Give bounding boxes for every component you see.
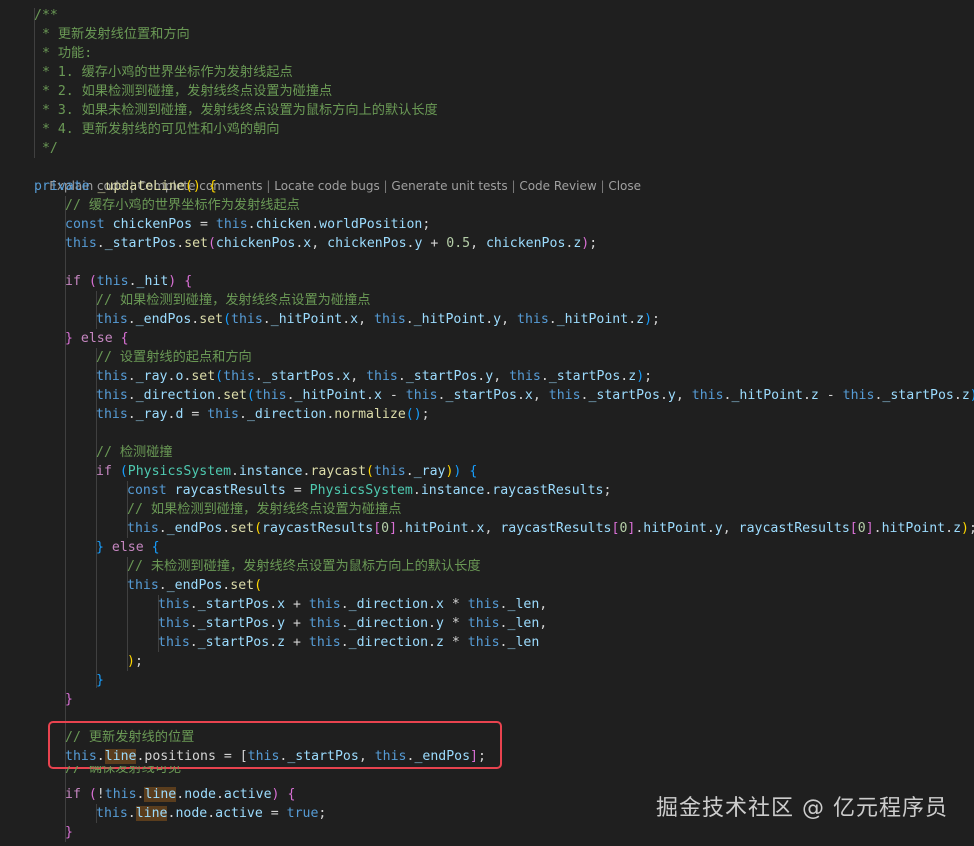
code-line-positions: this.line.positions = [this._startPos, t… [65,749,486,764]
method-name: _updateLine [97,179,185,194]
code-line: if (this._hit) { [65,274,193,289]
code-line: this._endPos.set(raycastResults[0].hitPo… [127,521,974,536]
code-line: this.line.node.active = true; [96,806,327,821]
code-line: } [65,692,73,707]
codelens-separator: | [507,179,520,193]
code-comment: // 更新发射线的位置 [65,730,195,745]
code-comment: // 缓存小鸡的世界坐标作为发射线起点 [65,198,300,213]
code-line: this._endPos.set(this._hitPoint.x, this.… [96,312,660,327]
code-line: } [96,673,104,688]
code-comment: // 如果检测到碰撞，发射线终点设置为碰撞点 [96,293,371,308]
codelens-separator: | [379,179,392,193]
doc-comment-line: * 更新发射线位置和方向 [34,27,190,42]
code-comment: // 检测碰撞 [96,445,173,460]
code-line: } [65,825,73,840]
locate-bugs-link[interactable]: Locate code bugs [274,179,380,193]
code-editor[interactable]: /** * 更新发射线位置和方向 * 功能: * 1. 缓存小鸡的世界坐标作为发… [0,0,974,846]
watermark: 掘金技术社区 @ 亿元程序员 [656,796,948,821]
close-codelens-link[interactable]: Close [608,179,641,193]
codelens-separator: | [262,179,275,193]
code-line: this._startPos.set(chickenPos.x, chicken… [65,236,598,251]
code-line: this._startPos.z + this._direction.z * t… [158,635,540,650]
doc-comment-line: /** [34,8,58,23]
code-line: this._startPos.y + this._direction.y * t… [158,616,548,631]
code-line: this._direction.set(this._hitPoint.x - t… [96,388,974,403]
doc-comment-line: * 1. 缓存小鸡的世界坐标作为发射线起点 [34,65,293,80]
generate-unit-tests-link[interactable]: Generate unit tests [391,179,507,193]
code-line: } else { [65,331,129,346]
code-line: this._endPos.set( [127,578,263,593]
code-comment: // 未检测到碰撞，发射线终点设置为鼠标方向上的默认长度 [127,559,481,574]
codelens-bar: Explain code | Complete comments | Locat… [34,159,641,193]
doc-comment-line: * 4. 更新发射线的可见性和小鸡的朝向 [34,122,280,137]
doc-comment-line: * 2. 如果检测到碰撞，发射线终点设置为碰撞点 [34,84,333,99]
code-review-link[interactable]: Code Review [519,179,596,193]
code-line: const chickenPos = this.chicken.worldPos… [65,217,431,232]
code-line: this._startPos.x + this._direction.x * t… [158,597,548,612]
doc-comment-line: */ [34,141,58,156]
code-comment: // 如果检测到碰撞，发射线终点设置为碰撞点 [127,502,402,517]
code-line: this._ray.d = this._direction.normalize(… [96,407,430,422]
doc-comment-line: * 3. 如果未检测到碰撞，发射线终点设置为鼠标方向上的默认长度 [34,103,438,118]
doc-comment-line: * 功能: [34,46,93,61]
code-line: if (PhysicsSystem.instance.raycast(this.… [96,464,478,479]
code-line: if (!this.line.node.active) { [65,787,296,802]
code-line: } else { [96,540,160,555]
codelens-separator: | [596,179,609,193]
code-line: const raycastResults = PhysicsSystem.ins… [127,483,612,498]
code-line: this._ray.o.set(this._startPos.x, this._… [96,369,653,384]
code-comment-partially-hidden: // 确保发射线可见 [65,766,182,775]
code-line: ); [127,654,143,669]
code-comment: // 设置射线的起点和方向 [96,350,252,365]
code-line-method-signature: private _updateLine() { [34,179,217,194]
keyword: private [34,179,90,194]
